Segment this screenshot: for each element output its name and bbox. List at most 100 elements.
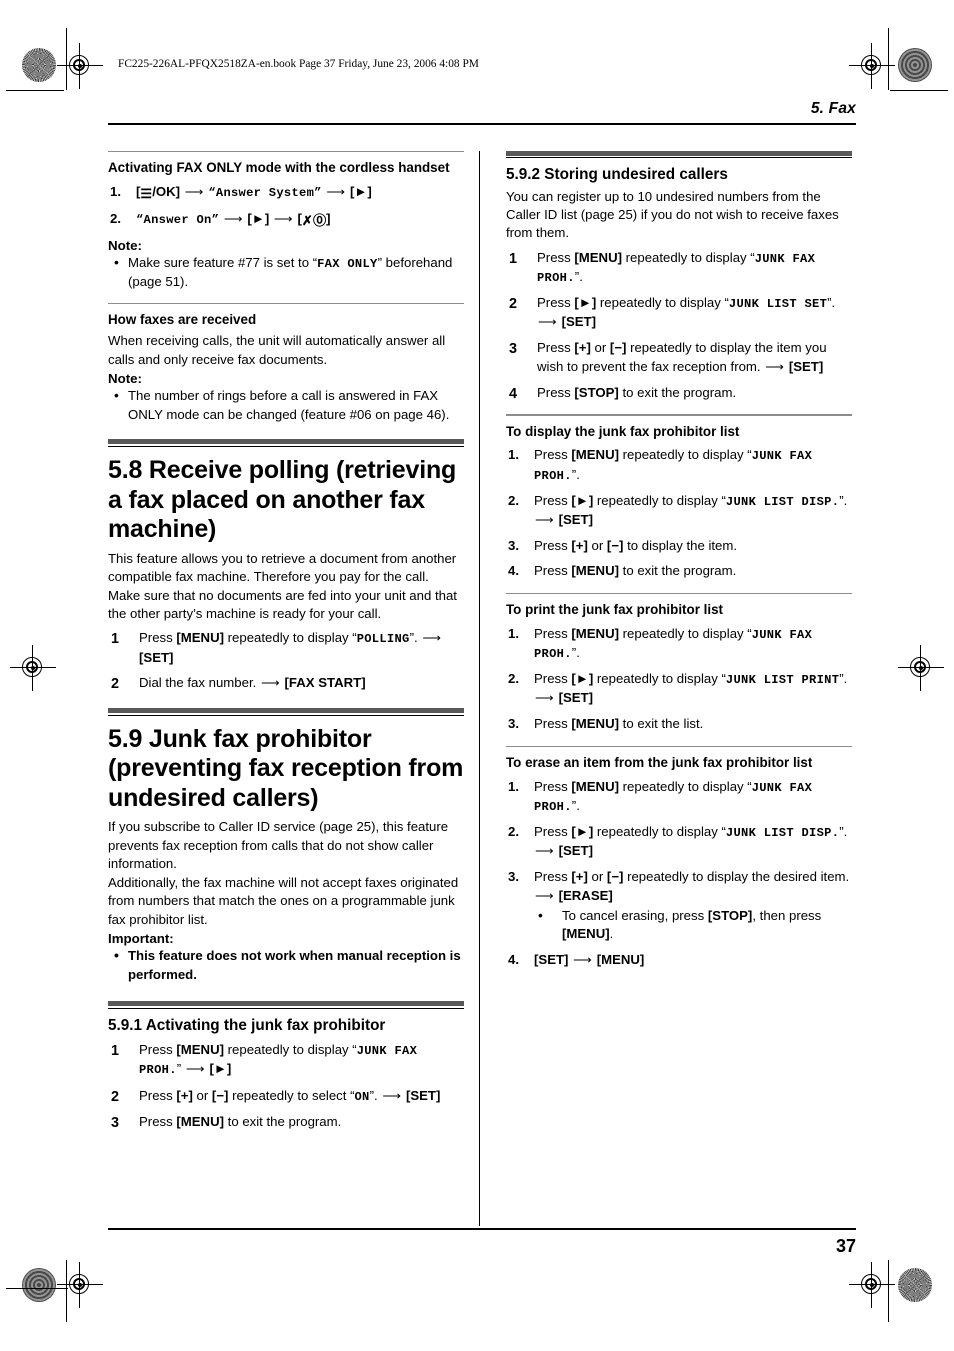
list-item: 3. Press [+] or [−] repeatedly to display… bbox=[506, 868, 852, 944]
trim-mark-left-vertical-lower bbox=[66, 1260, 68, 1322]
list-item: 4 Press [STOP] to exit the program. bbox=[506, 384, 852, 403]
rule-above-cordless-section bbox=[108, 150, 464, 152]
arrow-icon: ⟶ bbox=[538, 314, 557, 330]
key-right-arrow: [►] bbox=[571, 671, 594, 687]
halftone-dot-bottom-right bbox=[898, 1268, 932, 1302]
key-minus: [−] bbox=[606, 869, 624, 885]
list-item: 1 Press [MENU] repeatedly to display “JUN… bbox=[506, 249, 852, 287]
key-minus: [−] bbox=[609, 340, 627, 356]
list-item: 2 Dial the fax number. ⟶ [FAX START] bbox=[108, 674, 464, 693]
key-menu-ok: [☰/OK] bbox=[136, 184, 180, 201]
arrow-icon: ⟶ bbox=[382, 1087, 402, 1103]
list-item: 3. Press [MENU] to exit the list. bbox=[506, 715, 852, 734]
important-items: This feature does not work when manual r… bbox=[108, 946, 464, 984]
list-item: 1 Press [MENU] repeatedly to display “JUN… bbox=[108, 1041, 464, 1079]
right-column: 5.9.2 Storing undesired callers You can … bbox=[480, 150, 852, 1139]
step-text: repeatedly to display “ bbox=[619, 447, 752, 463]
step-text: ”. bbox=[839, 824, 848, 840]
arrow-icon: ⟶ bbox=[535, 690, 554, 706]
two-column-layout: Activating FAX ONLY mode with the cordle… bbox=[108, 150, 856, 1226]
arrow-icon: ⟶ bbox=[273, 211, 293, 227]
list-item: 4. Press [MENU] to exit the program. bbox=[506, 562, 852, 581]
menu-list-icon: ☰ bbox=[140, 185, 153, 201]
step-text: Press bbox=[537, 295, 575, 311]
section-59-paragraph-2: Additionally, the fax machine will not a… bbox=[108, 874, 459, 927]
key-set: [SET] bbox=[558, 690, 594, 706]
step-text: repeatedly to select “ bbox=[228, 1087, 355, 1103]
lcd-junk-list-print: JUNK LIST PRINT bbox=[725, 673, 840, 688]
step-text: Dial the fax number. bbox=[139, 675, 260, 691]
page-number: 37 bbox=[835, 1235, 856, 1256]
key-right-arrow: [►] bbox=[571, 824, 594, 840]
step-text: Press bbox=[534, 778, 572, 794]
key-fax-start: [FAX START] bbox=[284, 675, 366, 691]
step-number: 2. bbox=[508, 492, 519, 508]
lcd-junk-list-disp: JUNK LIST DISP. bbox=[725, 494, 840, 509]
step-text: Press bbox=[139, 630, 177, 646]
key-menu: [MENU] bbox=[571, 447, 619, 463]
cordless-notes: Make sure feature #77 is set to “FAX ONL… bbox=[108, 253, 464, 291]
halftone-dot-bottom-left bbox=[22, 1268, 56, 1302]
step-number: 2 bbox=[509, 296, 518, 313]
step-text: repeatedly to display “ bbox=[593, 492, 726, 508]
section-592-body: You can register up to 10 undesired numb… bbox=[506, 188, 839, 241]
key-set: [SET] bbox=[558, 843, 594, 859]
rule-above-how-received bbox=[108, 303, 464, 305]
trim-mark-left-vertical bbox=[66, 28, 68, 90]
key-right-arrow: [►] bbox=[209, 1061, 232, 1077]
key-plus: [+] bbox=[571, 869, 588, 885]
list-item: Make sure feature #77 is set to “FAX ONL… bbox=[108, 253, 464, 291]
step-number: 4 bbox=[509, 385, 518, 402]
trim-mark-left-horizontal bbox=[6, 1288, 68, 1290]
how-received-body: When receiving calls, the unit will auto… bbox=[108, 333, 446, 367]
header-rule bbox=[108, 123, 856, 125]
step-text: Press bbox=[139, 1042, 177, 1058]
manual-page: FC225-226AL-PFQX2518ZA-en.book Page 37 F… bbox=[0, 0, 954, 1351]
how-received-notes: The number of rings before a call is ans… bbox=[108, 386, 464, 424]
step-number: 3. bbox=[508, 716, 519, 732]
display-list-heading: To display the junk fax prohibitor list bbox=[506, 423, 740, 439]
arrow-icon: ⟶ bbox=[260, 675, 280, 691]
step-text: Press bbox=[537, 384, 575, 400]
key-menu: [MENU] bbox=[574, 249, 622, 265]
key-menu: [MENU] bbox=[571, 563, 619, 579]
key-menu: [MENU] bbox=[176, 1042, 224, 1058]
power-icon: ⓪ bbox=[312, 213, 327, 229]
step-text: Press bbox=[534, 716, 572, 732]
key-stop: [STOP] bbox=[707, 907, 753, 923]
step-number: 1. bbox=[110, 183, 121, 199]
list-item: To cancel erasing, press [STOP], then pr… bbox=[534, 906, 852, 944]
step-text: ”. bbox=[827, 295, 836, 311]
key-menu: [MENU] bbox=[571, 716, 619, 732]
key-menu: [MENU] bbox=[571, 625, 619, 641]
note-text: , then press bbox=[752, 907, 822, 923]
list-item: 1. Press [MENU] repeatedly to display “JU… bbox=[506, 446, 852, 484]
column-divider-rule bbox=[479, 150, 481, 1226]
trim-mark-top-right-horizontal bbox=[890, 90, 948, 92]
step-text: or bbox=[587, 869, 607, 885]
step-number: 1 bbox=[509, 250, 518, 267]
list-item: This feature does not work when manual r… bbox=[108, 946, 464, 984]
step-text: ” bbox=[176, 1061, 185, 1077]
step-text: Press bbox=[534, 447, 572, 463]
section-591-title: 5.9.1 Activating the junk fax prohibitor bbox=[108, 1017, 386, 1035]
print-list-heading: To print the junk fax prohibitor list bbox=[506, 602, 723, 618]
section-592-steps: 1 Press [MENU] repeatedly to display “JUN… bbox=[506, 249, 852, 402]
list-item: 3 Press [+] or [−] repeatedly to display … bbox=[506, 339, 852, 376]
step-number: 2. bbox=[508, 824, 519, 840]
erase-cancel-note: To cancel erasing, press [STOP], then pr… bbox=[534, 906, 852, 944]
list-item: 4. [SET] ⟶ [MENU] bbox=[506, 951, 852, 970]
key-right-arrow: [►] bbox=[349, 183, 372, 199]
step-text: repeatedly to display the desired item. bbox=[623, 869, 850, 885]
important-label: Important: bbox=[108, 931, 174, 947]
note-text: To cancel erasing, press bbox=[562, 907, 708, 923]
key-set: [SET] bbox=[561, 314, 597, 330]
lcd-junk-list-disp: JUNK LIST DISP. bbox=[725, 826, 840, 841]
step-text: Press bbox=[139, 1087, 177, 1103]
key-erase: [ERASE] bbox=[558, 887, 613, 903]
step-text: to exit the list. bbox=[619, 716, 704, 732]
key-set: [SET] bbox=[788, 358, 824, 374]
cordless-steps: 1. [☰/OK] ⟶ “Answer System” ⟶ [►] 2. “An… bbox=[108, 183, 464, 231]
cordless-heading: Activating FAX ONLY mode with the cordle… bbox=[108, 159, 450, 175]
left-column: Activating FAX ONLY mode with the cordle… bbox=[108, 150, 480, 1139]
